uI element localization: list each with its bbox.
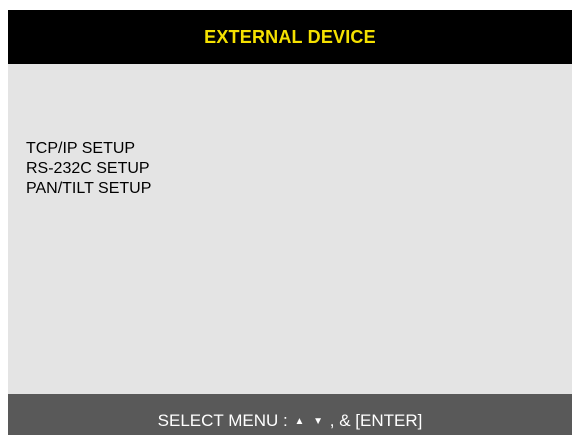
osd-screen: EXTERNAL DEVICE TCP/IP SETUP RS-232C SET…: [0, 0, 577, 435]
footer-bar: SELECT MENU : ▲ ▼ , & [ENTER]: [8, 394, 572, 435]
footer-hint: SELECT MENU : ▲ ▼ , & [ENTER]: [8, 411, 572, 431]
menu-item-pan-tilt-setup[interactable]: PAN/TILT SETUP: [26, 179, 151, 199]
menu-item-tcpip-setup[interactable]: TCP/IP SETUP: [26, 139, 151, 159]
up-arrow-icon: ▲: [294, 416, 305, 427]
title-bar: EXTERNAL DEVICE: [8, 10, 572, 64]
footer-hint-prefix: SELECT MENU :: [157, 411, 288, 430]
footer-hint-suffix: , & [ENTER]: [329, 411, 423, 430]
down-arrow-icon: ▼: [313, 416, 324, 427]
page-title: EXTERNAL DEVICE: [204, 26, 376, 47]
menu-panel: TCP/IP SETUP RS-232C SETUP PAN/TILT SETU…: [8, 64, 572, 394]
menu-list: TCP/IP SETUP RS-232C SETUP PAN/TILT SETU…: [26, 139, 151, 199]
menu-item-rs232c-setup[interactable]: RS-232C SETUP: [26, 159, 151, 179]
